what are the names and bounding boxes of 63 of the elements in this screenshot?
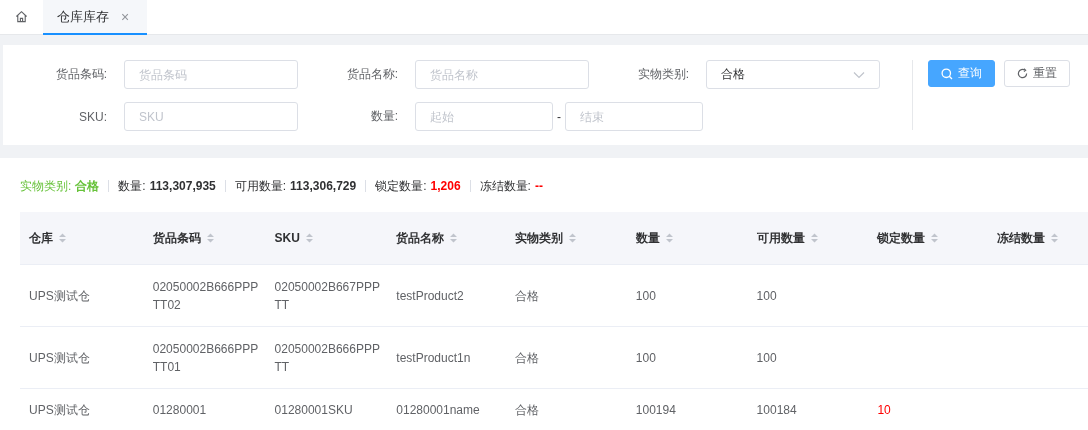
column-header[interactable]: 可用数量 bbox=[756, 229, 805, 247]
sort-icon[interactable] bbox=[568, 232, 578, 244]
select-field[interactable]: 合格 bbox=[706, 60, 880, 89]
input-field[interactable]: SKU bbox=[124, 102, 298, 131]
sort-icon[interactable] bbox=[809, 232, 819, 244]
table-cell-text: 01280001SKU bbox=[274, 402, 353, 419]
sort-icon[interactable] bbox=[930, 232, 940, 244]
sort-icon[interactable] bbox=[58, 232, 67, 244]
table-cell-text: UPS测试仓 bbox=[29, 287, 90, 305]
search-icon bbox=[941, 67, 953, 80]
column-header[interactable]: 数量 bbox=[635, 229, 660, 247]
table-cell-text: 02050002B667PPPTT bbox=[274, 278, 381, 314]
summary-stat: 冻结数量: -- bbox=[479, 177, 543, 195]
input-field[interactable]: 起始 bbox=[415, 102, 553, 131]
chevron-down-icon bbox=[853, 70, 865, 79]
table-cell-text: 02050002B666PPPTT01 bbox=[152, 340, 260, 376]
home-icon bbox=[15, 10, 28, 23]
input-field[interactable]: 结束 bbox=[565, 102, 703, 131]
summary-stat: 数量: 113,307,935 bbox=[118, 177, 216, 195]
table-cell-text: 10 bbox=[877, 402, 891, 419]
table-cell-text: testProduct2 bbox=[396, 287, 464, 305]
page-tab[interactable]: 仓库库存 × bbox=[43, 0, 147, 35]
input-field[interactable]: 货品名称 bbox=[415, 60, 589, 89]
table-cell-text: 合格 bbox=[515, 287, 540, 305]
refresh-icon bbox=[1017, 68, 1028, 79]
summary-stat: 实物类别: 合格 bbox=[20, 177, 100, 195]
table-cell-text: 合格 bbox=[515, 402, 540, 419]
column-header[interactable]: SKU bbox=[274, 231, 300, 245]
range-separator: - bbox=[556, 109, 562, 124]
input-field[interactable]: 货品条码 bbox=[124, 60, 298, 89]
summary-stat: 锁定数量: 1,206 bbox=[375, 177, 461, 195]
field-label: SKU: bbox=[78, 109, 107, 124]
table-cell-text: 合格 bbox=[515, 349, 540, 367]
sort-icon[interactable] bbox=[664, 232, 674, 244]
column-header[interactable]: 货品名称 bbox=[396, 229, 445, 247]
table-cell-text: UPS测试仓 bbox=[29, 349, 90, 367]
field-label: 货品条码: bbox=[54, 66, 107, 83]
column-header[interactable]: 实物类别 bbox=[515, 229, 564, 247]
column-header[interactable]: 货品条码 bbox=[152, 229, 201, 247]
summary-stat: 可用数量: 113,306,729 bbox=[234, 177, 357, 195]
field-label: 数量: bbox=[369, 108, 398, 125]
column-header[interactable]: 冻结数量 bbox=[997, 229, 1046, 247]
reset-button[interactable]: 重置 bbox=[1004, 60, 1070, 87]
table-cell-text: UPS测试仓 bbox=[29, 402, 90, 419]
sort-icon[interactable] bbox=[1050, 232, 1060, 244]
column-header[interactable]: 锁定数量 bbox=[877, 229, 926, 247]
sort-icon[interactable] bbox=[205, 232, 215, 244]
sort-icon[interactable] bbox=[449, 232, 459, 244]
table-cell-text: 02050002B666PPPTT02 bbox=[152, 278, 260, 314]
table-cell-text: 100194 bbox=[635, 402, 676, 419]
table-cell-text: 02050002B666PPPTT bbox=[274, 340, 381, 376]
table-cell-text: 100 bbox=[756, 349, 777, 367]
table-cell-text: 100184 bbox=[756, 402, 797, 419]
table-cell-text: 100 bbox=[635, 287, 656, 305]
sort-icon[interactable] bbox=[304, 232, 314, 244]
field-label: 实物类别: bbox=[636, 66, 689, 83]
table-cell-text: testProduct1n bbox=[396, 349, 471, 367]
table-cell-text: 01280001name bbox=[396, 402, 480, 419]
column-header[interactable]: 仓库 bbox=[29, 229, 53, 247]
table-cell-text: 01280001 bbox=[152, 402, 207, 419]
field-label: 货品名称: bbox=[345, 66, 398, 83]
table-cell-text: 100 bbox=[756, 287, 777, 305]
table-cell-text: 100 bbox=[635, 349, 656, 367]
